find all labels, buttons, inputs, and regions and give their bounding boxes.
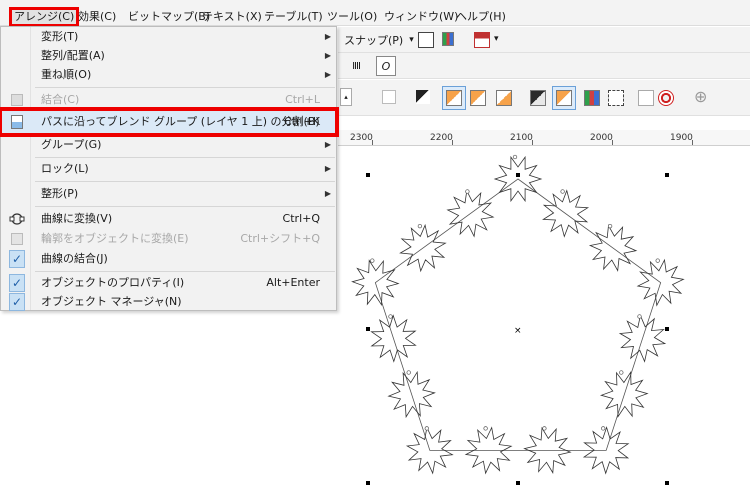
menu-item-order[interactable]: 重ね順(O) ▶ xyxy=(1,65,336,85)
blend-artwork[interactable]: × xyxy=(338,147,750,500)
selection-handle[interactable] xyxy=(516,481,520,485)
node-handle[interactable] xyxy=(417,223,423,229)
backward-icon[interactable] xyxy=(496,90,512,106)
node-handle[interactable] xyxy=(607,223,613,229)
menu-help[interactable]: ヘルプ(H) xyxy=(452,8,510,26)
check-icon: ✓ xyxy=(9,274,25,292)
node-handle[interactable] xyxy=(370,258,375,263)
launcher-icon[interactable] xyxy=(474,32,490,48)
snap-label: スナップ(P) xyxy=(344,34,404,47)
group-icon[interactable] xyxy=(530,90,546,106)
menu-item-outline-to-object[interactable]: 輪郭をオブジェクトに変換(E) Ctrl+シフト+Q xyxy=(1,229,336,249)
copy-icon[interactable] xyxy=(638,90,654,106)
node-handle[interactable] xyxy=(388,314,393,319)
submenu-arrow-icon: ▶ xyxy=(324,51,331,60)
menu-bar: アレンジ(C) 効果(C) ビットマップ(B) テキスト(X) テーブル(T) … xyxy=(0,0,750,27)
menu-item-break-blend[interactable]: パスに沿ってブレンド グループ (レイヤ 1 上) の分割(B) Ctrl+K xyxy=(0,107,339,137)
menu-tools[interactable]: ツール(O) xyxy=(323,8,381,26)
menu-item-object-manager[interactable]: ✓ オブジェクト マネージャ(N) xyxy=(1,292,336,312)
menu-item-align[interactable]: 整列/配置(A) ▶ xyxy=(1,46,336,66)
node-handle[interactable] xyxy=(512,154,518,160)
selection-handle[interactable] xyxy=(665,481,669,485)
ruler-label: 2300 xyxy=(350,133,373,143)
standard-toolbar: スナップ(P) ▾ ▾ xyxy=(338,27,750,53)
node-handle[interactable] xyxy=(619,370,624,375)
menu-window[interactable]: ウィンドウ(W) xyxy=(380,8,462,26)
chevron-down-icon[interactable]: ▾ xyxy=(494,34,499,44)
image-icon[interactable] xyxy=(418,32,434,48)
text-tool-icon[interactable]: O xyxy=(376,56,396,76)
selection-handle[interactable] xyxy=(366,327,370,331)
node-icon[interactable] xyxy=(382,90,396,104)
selection-handle[interactable] xyxy=(665,327,669,331)
property-bar: IIII O xyxy=(338,53,750,79)
node-handle[interactable] xyxy=(483,426,488,431)
arrange-menu: 変形(T) ▶ 整列/配置(A) ▶ 重ね順(O) ▶ 結合(C) Ctrl+L… xyxy=(0,26,339,312)
menu-item-convert-to-curves[interactable]: 曲線に変換(V) Ctrl+Q xyxy=(1,209,336,229)
align-icon[interactable] xyxy=(442,32,454,46)
spinner-icon[interactable]: ▴ xyxy=(340,88,352,106)
menu-item-combine[interactable]: 結合(C) Ctrl+L xyxy=(1,90,336,110)
node-handle[interactable] xyxy=(637,314,642,319)
weld-icon[interactable] xyxy=(584,90,600,106)
selection-handle[interactable] xyxy=(516,173,520,177)
menu-table[interactable]: テーブル(T) xyxy=(260,8,327,26)
node-handle[interactable] xyxy=(601,426,606,431)
break-apart-icon xyxy=(9,114,25,130)
node-handle[interactable] xyxy=(655,258,660,263)
menu-item-join-curves[interactable]: ✓ 曲線の結合(J) xyxy=(1,249,336,269)
add-icon[interactable]: ⊕ xyxy=(694,87,707,106)
ruler-label: 2100 xyxy=(510,133,533,143)
ruler-label: 1900 xyxy=(670,133,693,143)
menu-item-group[interactable]: グループ(G) ▶ xyxy=(1,135,336,155)
bring-front-icon[interactable] xyxy=(442,86,466,110)
node-handle[interactable] xyxy=(465,189,470,194)
outline-object-icon xyxy=(9,231,25,247)
combine-icon[interactable] xyxy=(552,86,576,110)
snap-dropdown[interactable]: スナップ(P) ▾ xyxy=(344,32,414,48)
center-marker: × xyxy=(514,326,522,336)
drawing-canvas[interactable]: × xyxy=(338,147,750,500)
chevron-down-icon: ▾ xyxy=(409,35,414,45)
submenu-arrow-icon: ▶ xyxy=(324,32,331,41)
ruler-label: 2200 xyxy=(430,133,453,143)
menu-arrange[interactable]: アレンジ(C) xyxy=(8,7,80,27)
menu-item-object-properties[interactable]: ✓ オブジェクトのプロパティ(I) Alt+Enter xyxy=(1,273,336,293)
menu-item-lock[interactable]: ロック(L) ▶ xyxy=(1,159,336,179)
selection-handle[interactable] xyxy=(665,173,669,177)
columns-icon[interactable]: IIII xyxy=(344,57,368,75)
submenu-arrow-icon: ▶ xyxy=(324,140,331,149)
check-icon: ✓ xyxy=(9,250,25,268)
node-handle[interactable] xyxy=(560,189,565,194)
combine-icon xyxy=(9,92,25,108)
submenu-arrow-icon: ▶ xyxy=(324,164,331,173)
connect-icon[interactable] xyxy=(608,90,624,106)
curve-node-icon xyxy=(9,211,25,227)
ruler-label: 2000 xyxy=(590,133,613,143)
node-handle[interactable] xyxy=(424,426,429,431)
selection-handle[interactable] xyxy=(366,173,370,177)
arrange-toolbar: ▴ ⊕ xyxy=(338,80,750,116)
node-handle[interactable] xyxy=(406,370,411,375)
node-handle[interactable] xyxy=(542,426,547,431)
selection-handle[interactable] xyxy=(366,481,370,485)
menu-item-transform[interactable]: 変形(T) ▶ xyxy=(1,27,336,47)
forward-icon[interactable] xyxy=(470,90,486,106)
menu-effects[interactable]: 効果(C) xyxy=(74,8,120,26)
no-icon[interactable] xyxy=(658,90,674,106)
horizontal-ruler: 2300 2200 2100 2000 1900 xyxy=(338,130,750,146)
arrow-icon[interactable] xyxy=(416,90,430,104)
menu-item-shaping[interactable]: 整形(P) ▶ xyxy=(1,184,336,204)
submenu-arrow-icon: ▶ xyxy=(324,189,331,198)
menu-text[interactable]: テキスト(X) xyxy=(198,8,266,26)
check-icon: ✓ xyxy=(9,293,25,311)
submenu-arrow-icon: ▶ xyxy=(324,70,331,79)
